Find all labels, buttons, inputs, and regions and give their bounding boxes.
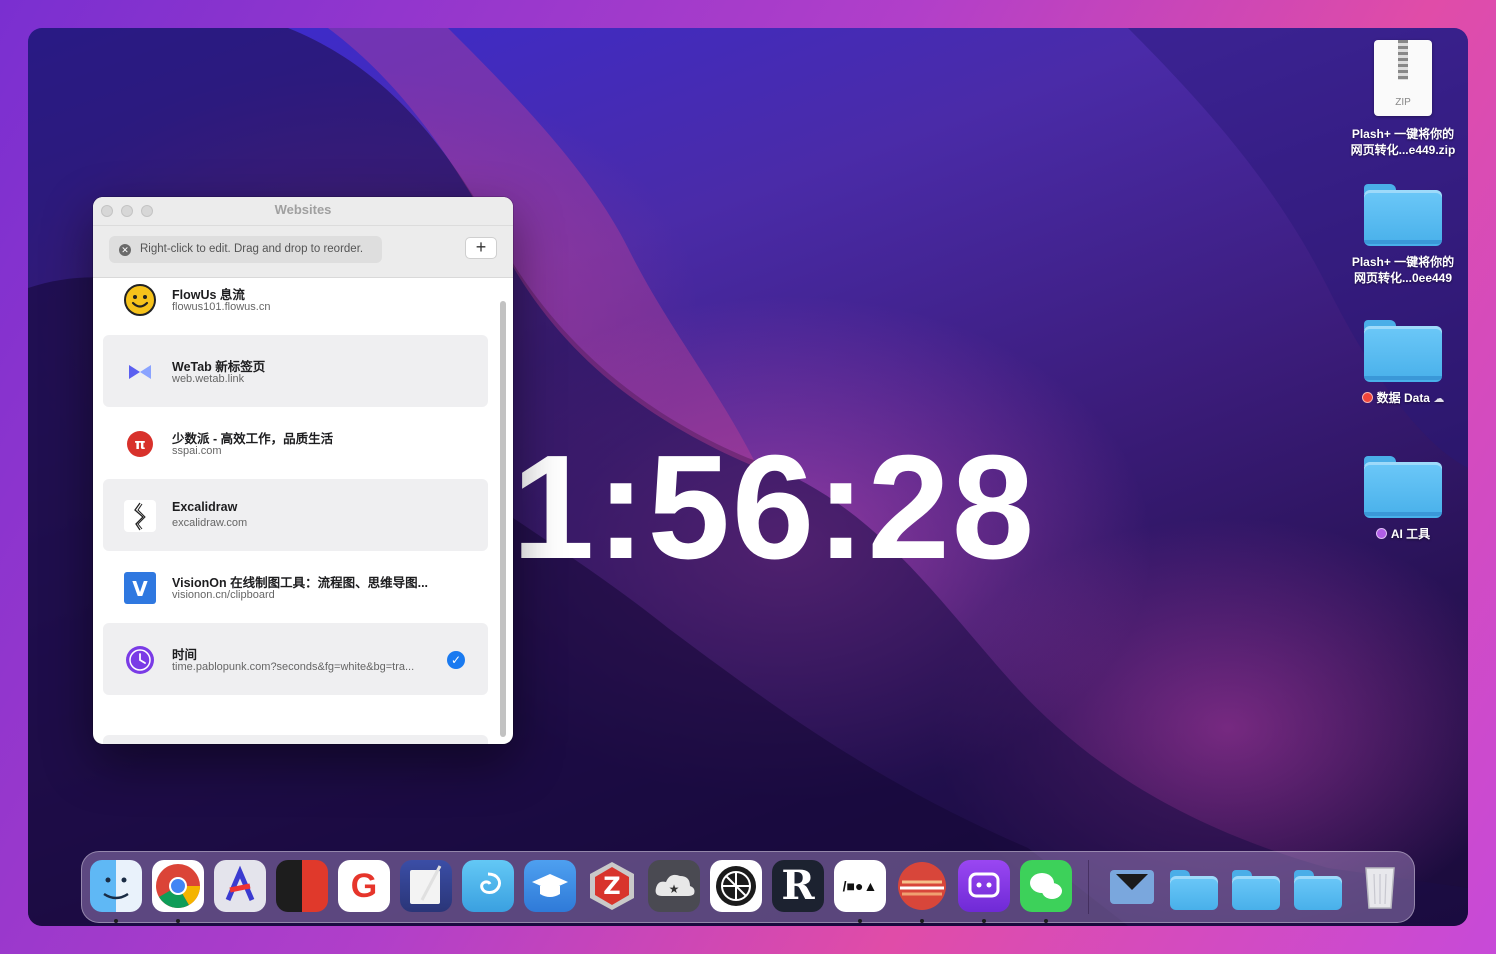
chatbot-icon[interactable] [958,860,1010,912]
excalidraw-icon [123,499,157,533]
desktop-item-label: 数据 Data ☁ [1338,390,1468,407]
smiley-icon [123,283,157,317]
cloudmounter-icon[interactable]: ★ [648,860,700,912]
sunrise-icon[interactable] [896,860,948,912]
dock: G Z ★ R /■●▲ [81,851,1415,923]
toolbar: ✕ Right-click to edit. Drag and drop to … [93,226,513,278]
zotero-icon[interactable]: Z [586,860,638,912]
window-title: Websites [274,202,332,217]
website-url: excalidraw.com [172,517,248,529]
desktop-zip-file[interactable]: ZIP Plash+ 一键将你的 网页转化...e449.zip [1338,40,1468,158]
running-indicator [1044,919,1048,923]
purple-tag-icon [1375,528,1387,539]
svg-text:Z: Z [603,872,620,900]
chrome-icon[interactable] [152,860,204,912]
wechat-icon[interactable] [1020,860,1072,912]
svg-text:π: π [134,437,145,453]
finder-icon[interactable] [90,860,142,912]
sspai-icon: π [123,427,157,461]
gitmind-icon[interactable]: G [338,860,390,912]
folder-icon[interactable] [1292,860,1344,912]
desktop-folder-plash[interactable]: Plash+ 一键将你的 网页转化...0ee449 [1338,184,1468,286]
svg-text:★: ★ [669,882,680,896]
dock-separator [1088,860,1089,914]
website-row[interactable]: π 少数派 - 高效工作，品质生活 sspai.com [103,407,488,479]
desktop-folder-data[interactable]: 数据 Data ☁ [1338,320,1468,407]
dashboard-icon[interactable] [276,860,328,912]
smartsnippets-icon[interactable] [462,860,514,912]
website-url: sspai.com [172,445,222,457]
zip-file-icon: ZIP [1374,40,1432,116]
reeder-icon[interactable]: R [772,860,824,912]
desktop-item-label: Plash+ 一键将你的 网页转化...0ee449 [1351,255,1455,285]
running-indicator [114,919,118,923]
website-row[interactable]: FlowUs 息流 flowus101.flowus.cn [103,277,488,335]
hint-text: Right-click to edit. Drag and drop to re… [140,243,364,255]
desktop-folder-ai[interactable]: AI 工具 [1338,456,1468,542]
running-indicator [920,919,924,923]
scrollbar[interactable] [499,279,507,741]
svg-text:V: V [132,577,148,601]
scrollbar-thumb[interactable] [500,301,506,737]
website-list: FlowUs 息流 flowus101.flowus.cn WeTab 新标签页… [93,277,513,744]
icloud-icon: ☁ [1433,393,1445,405]
website-row[interactable] [103,735,488,744]
website-url: flowus101.flowus.cn [172,301,271,313]
folder-icon[interactable] [1230,860,1282,912]
website-row[interactable]: V VisionOn 在线制图工具：流程图、思维导图... visionon.c… [103,551,488,623]
classroom-icon[interactable] [524,860,576,912]
trash-icon[interactable] [1354,860,1406,912]
title-bar[interactable]: Websites [93,197,513,226]
folder-icon[interactable] [1168,860,1220,912]
desktop-item-label: Plash+ 一键将你的 网页转化...e449.zip [1350,127,1456,157]
websites-window[interactable]: Websites ✕ Right-click to edit. Drag and… [93,197,513,744]
astro-icon[interactable] [214,860,266,912]
aperture-icon[interactable] [710,860,762,912]
website-row[interactable]: WeTab 新标签页 web.wetab.link [103,335,488,407]
website-url: time.pablopunk.com?seconds&fg=white&bg=t… [172,661,415,673]
inbox-icon[interactable] [1106,860,1158,912]
running-indicator [858,919,862,923]
checkmark-icon: ✓ [447,651,465,669]
moa-icon[interactable]: /■●▲ [834,860,886,912]
desktop-item-label: AI 工具 [1338,526,1468,542]
clock-time: 1:56:28 [512,425,1037,590]
textedit-icon[interactable] [400,860,452,912]
website-url: web.wetab.link [172,373,245,385]
visionon-icon: V [123,571,157,605]
folder-icon [1364,456,1442,518]
red-tag-icon [1361,392,1373,403]
running-indicator [176,919,180,923]
folder-icon [1364,184,1442,246]
folder-icon [1364,320,1442,382]
website-name: Excalidraw [172,500,238,514]
website-row-selected[interactable]: 时间 time.pablopunk.com?seconds&fg=white&b… [103,623,488,695]
hint-banner: ✕ Right-click to edit. Drag and drop to … [109,236,382,263]
wetab-icon [123,355,157,389]
dismiss-hint-icon[interactable]: ✕ [119,244,131,256]
running-indicator [982,919,986,923]
add-website-button[interactable]: + [465,237,497,259]
website-url: visionon.cn/clipboard [172,589,275,601]
website-row[interactable]: Excalidraw excalidraw.com [103,479,488,551]
clock-icon [123,643,157,677]
